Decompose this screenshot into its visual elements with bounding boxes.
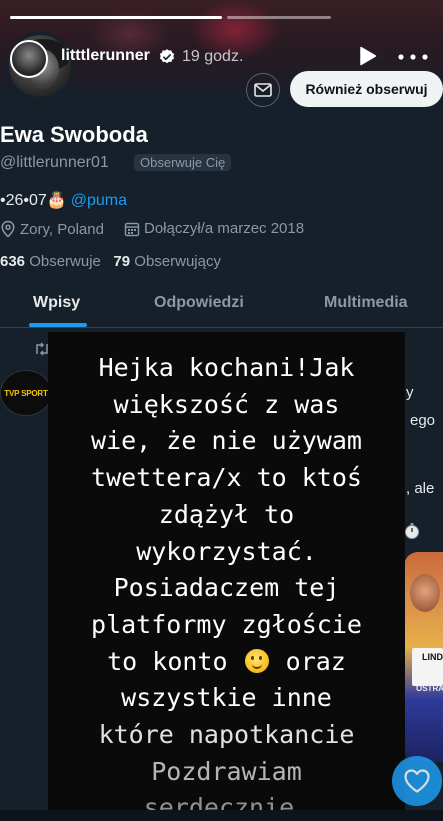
tab-media[interactable]: Multimedia [324, 294, 408, 312]
profile-bio: •26•07🎂 @puma [0, 190, 127, 210]
story-author-avatar[interactable] [10, 40, 48, 78]
tab-posts[interactable]: Wpisy [33, 294, 80, 312]
story-time-ago: 19 godz. [182, 48, 244, 65]
location-text: Zory, Poland [20, 220, 104, 238]
story-message-line: wykorzystać. [136, 536, 317, 566]
tweet-text-fragment-3: , ale [406, 480, 435, 497]
profile-stats: 636 Obserwuje 79 Obserwujący [0, 253, 221, 270]
bib-text: LIND [422, 652, 443, 662]
salute-face-emoji-icon [244, 648, 269, 673]
profile-display-name: Ewa Swoboda [0, 122, 148, 147]
story-message-line: wszystkie inne [121, 683, 332, 713]
profile-location: Zory, Poland [0, 220, 104, 238]
story-message-line: większość z was [113, 389, 340, 419]
story-message-line: Hejka kochani!Jak [98, 353, 355, 382]
bio-date: •26•07 [0, 192, 47, 209]
profile-joined: Dołączył/a marzec 2018 [124, 220, 304, 237]
story-progress-bar-1 [10, 16, 222, 19]
story-message-part: to konto [107, 646, 228, 676]
verified-badge-icon [159, 49, 175, 64]
story-message-part: oraz [285, 646, 346, 676]
birthday-cake-icon: 🎂 [46, 192, 67, 209]
following-label: Obserwuje [29, 253, 101, 270]
mail-icon [254, 83, 272, 97]
profile-tabs: Wpisy Odpowiedzi Multimedia [0, 284, 443, 328]
story-message-line: to konto oraz [48, 644, 405, 681]
active-tab-indicator [29, 323, 87, 327]
following-count: 636 [0, 253, 26, 270]
tweet-text-fragment-2: ego [410, 412, 436, 429]
play-icon[interactable] [359, 46, 377, 66]
story-message: Hejka kochani!Jak większość z was wie, ż… [48, 350, 405, 821]
follows-you-badge: Obserwuje Cię [134, 154, 232, 171]
profile-handle: @littlerunner01 [0, 154, 109, 171]
story-progress-bar-2 [227, 16, 331, 19]
story-message-line: twettera/x to ktoś [91, 463, 362, 493]
story-message-line: Posiadaczem tej [113, 573, 340, 603]
joined-text: Dołączył/a marzec 2018 [144, 220, 305, 237]
calendar-icon [124, 222, 140, 236]
story-message-line: które napotkancie [98, 720, 355, 750]
heart-icon [404, 769, 430, 793]
tweet-text-fragment-1: y [406, 384, 414, 401]
bottom-bar [0, 810, 443, 821]
tvp-sport-avatar[interactable]: TVP SPORT [0, 370, 52, 416]
more-horizontal-icon[interactable] [398, 54, 428, 60]
message-button[interactable] [246, 73, 280, 107]
follow-back-button[interactable]: Również obserwuj [290, 71, 443, 107]
story-message-line: zdążył to [158, 499, 295, 529]
followers-link[interactable]: 79 Obserwujący [113, 253, 221, 270]
followers-count: 79 [113, 253, 131, 270]
story-message-line: wie, że nie używam [91, 426, 362, 456]
story-username[interactable]: litttlerunner [61, 47, 150, 65]
location-pin-icon [1, 220, 15, 238]
like-button[interactable] [392, 756, 442, 806]
bio-mention-link[interactable]: @puma [71, 192, 127, 209]
story-screen: litttlerunner 19 godz. Również obserwuj … [0, 0, 443, 821]
followers-label: Obserwujący [134, 253, 221, 270]
tab-replies[interactable]: Odpowiedzi [154, 294, 244, 312]
story-message-line: Pozdrawiam [151, 756, 302, 786]
story-message-line: platformy zgłoście [91, 609, 362, 639]
following-link[interactable]: 636 Obserwuje [0, 253, 101, 270]
bib-text-2: OSTRAVA [416, 684, 443, 693]
stopwatch-icon [405, 523, 419, 539]
